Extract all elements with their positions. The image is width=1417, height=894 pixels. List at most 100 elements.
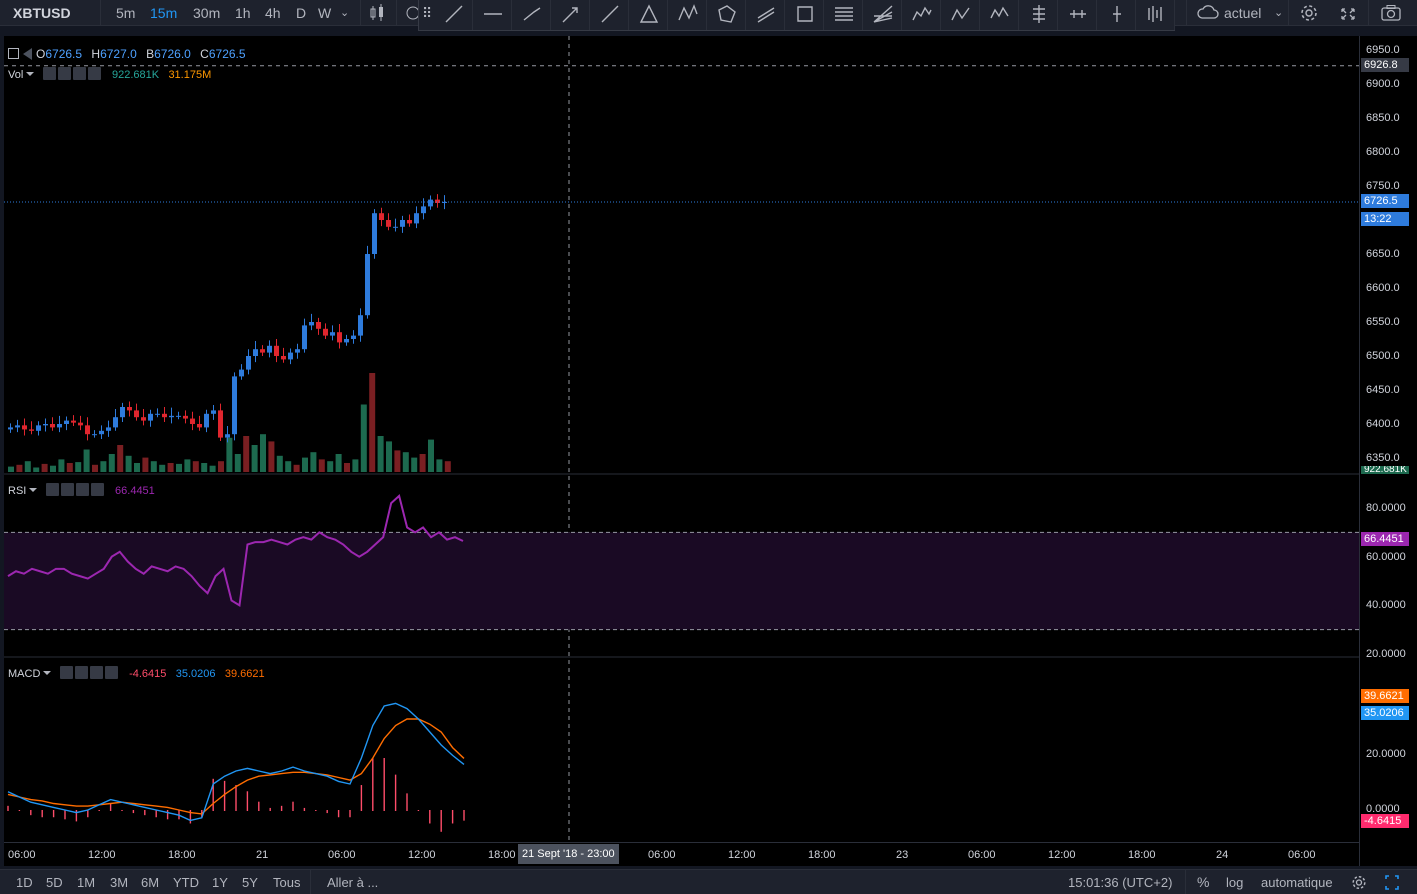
volume-bar: [402, 452, 409, 472]
range-1y[interactable]: 1Y: [212, 870, 228, 894]
pattern-icon[interactable]: [669, 0, 707, 30]
range-1m[interactable]: 1M: [77, 870, 95, 894]
auto-scale-toggle[interactable]: automatique: [1261, 870, 1333, 894]
range-6m[interactable]: 6M: [141, 870, 159, 894]
visibility-icon[interactable]: [59, 666, 73, 679]
candle-body: [211, 410, 216, 414]
cloud-icon[interactable]: [1196, 0, 1220, 26]
interval-w[interactable]: W: [318, 0, 331, 26]
price-range-icon[interactable]: [1098, 0, 1136, 30]
add-icon[interactable]: [89, 666, 103, 679]
main-series-toggle-icon[interactable]: [8, 48, 19, 59]
range-all[interactable]: Tous: [273, 870, 300, 894]
triangle-icon[interactable]: [630, 0, 668, 30]
candle-body: [8, 427, 13, 430]
toolbar-divider: [1288, 0, 1289, 26]
rsi-indicator-name[interactable]: RSI: [8, 485, 26, 497]
interval-d[interactable]: D: [296, 0, 306, 26]
gear-icon[interactable]: [1298, 0, 1320, 26]
candle-body: [288, 352, 293, 360]
flag-icon[interactable]: [23, 48, 32, 60]
add-icon[interactable]: [75, 483, 89, 496]
interval-15m[interactable]: 15m: [150, 0, 177, 26]
xabcd-pattern-icon[interactable]: [981, 0, 1019, 30]
volume-bar: [218, 461, 224, 472]
candle-body: [64, 420, 69, 424]
rectangle-icon[interactable]: [786, 0, 824, 30]
fullscreen-icon[interactable]: [1338, 0, 1358, 26]
symbol-name[interactable]: XBTUSD: [13, 0, 71, 26]
range-3m[interactable]: 3M: [110, 870, 128, 894]
visibility-icon[interactable]: [42, 67, 56, 80]
camera-icon[interactable]: [1380, 0, 1402, 26]
volume-bar: [276, 455, 283, 472]
interval-dropdown-icon[interactable]: ⌄: [340, 0, 349, 26]
chart-pane[interactable]: O6726.5 H6727.0 B6726.0 C6726.5 Vol 922.…: [4, 36, 1359, 866]
volume-bar: [419, 454, 426, 472]
volume-bar: [24, 461, 31, 472]
visibility-icon[interactable]: [45, 483, 59, 496]
settings-icon[interactable]: [60, 483, 74, 496]
parallel-channel-icon[interactable]: [747, 0, 785, 30]
drag-handle-icon[interactable]: ⠿: [422, 5, 432, 22]
bars-pattern-icon[interactable]: [1137, 0, 1175, 30]
candle-body: [302, 325, 307, 350]
gear-icon[interactable]: [1351, 870, 1367, 894]
candle-body: [400, 220, 405, 227]
rsi-tick: 20.0000: [1366, 648, 1406, 660]
time-tick: 18:00: [1128, 849, 1156, 861]
interval-4h[interactable]: 4h: [265, 0, 281, 26]
trend-line-icon[interactable]: [435, 0, 473, 30]
log-scale-toggle[interactable]: log: [1226, 870, 1243, 894]
volume-bar: [150, 461, 157, 472]
abcd-pattern-icon[interactable]: [942, 0, 980, 30]
candle-body: [148, 413, 153, 421]
interval-30m[interactable]: 30m: [193, 0, 220, 26]
goto-date-button[interactable]: Aller à ...: [327, 870, 378, 894]
toolbar-divider: [360, 0, 361, 26]
expand-icon[interactable]: [1383, 870, 1401, 894]
add-icon[interactable]: [72, 67, 86, 80]
fib-fan-icon[interactable]: [864, 0, 902, 30]
chevron-down-icon[interactable]: [43, 671, 52, 675]
candles-icon[interactable]: [368, 0, 386, 26]
settings-icon[interactable]: [57, 67, 71, 80]
range-5y[interactable]: 5Y: [242, 870, 258, 894]
range-ytd[interactable]: YTD: [173, 870, 199, 894]
fib-retracement-icon[interactable]: [825, 0, 863, 30]
volume-bar: [285, 461, 292, 472]
close-icon[interactable]: [90, 483, 104, 496]
trading-app: XBTUSD 5m 15m 30m 1h 4h D W ⌄ ⠿ actuel ⌄: [0, 0, 1417, 894]
chevron-down-icon[interactable]: [26, 72, 35, 76]
candle-body: [113, 417, 118, 428]
chevron-down-icon[interactable]: [29, 488, 38, 492]
time-axis[interactable]: 06:00 12:00 18:00 21 06:00 12:00 18:00 0…: [4, 842, 1359, 866]
close-icon[interactable]: [87, 67, 101, 80]
elliott-wave-icon[interactable]: [903, 0, 941, 30]
candle-body: [85, 425, 90, 435]
price-axis[interactable]: 6950.0 6926.8 6900.0 6850.0 6800.0 6750.…: [1359, 36, 1417, 866]
clock-timezone[interactable]: 15:01:36 (UTC+2): [1068, 870, 1172, 894]
price-tick: 6600.0: [1366, 282, 1400, 294]
ray-icon[interactable]: [513, 0, 551, 30]
short-position-icon[interactable]: [1059, 0, 1097, 30]
macd-indicator-name[interactable]: MACD: [8, 668, 40, 680]
arrow-icon[interactable]: [552, 0, 590, 30]
percent-scale-toggle[interactable]: %: [1197, 870, 1209, 894]
chevron-down-icon[interactable]: ⌄: [1274, 0, 1283, 26]
range-5d[interactable]: 5D: [46, 870, 63, 894]
volume-bar: [159, 464, 166, 472]
interval-1h[interactable]: 1h: [235, 0, 251, 26]
settings-icon[interactable]: [74, 666, 88, 679]
horizontal-line-icon[interactable]: [474, 0, 512, 30]
close-icon[interactable]: [104, 666, 118, 679]
interval-5m[interactable]: 5m: [116, 0, 135, 26]
polygon-icon[interactable]: [708, 0, 746, 30]
volume-indicator-name[interactable]: Vol: [8, 69, 23, 81]
save-layout-label[interactable]: actuel: [1224, 0, 1261, 26]
long-position-icon[interactable]: [1020, 0, 1058, 30]
range-1d[interactable]: 1D: [16, 870, 33, 894]
candle-body: [358, 315, 363, 336]
extended-line-icon[interactable]: [591, 0, 629, 30]
chart-canvas[interactable]: [4, 36, 1359, 842]
